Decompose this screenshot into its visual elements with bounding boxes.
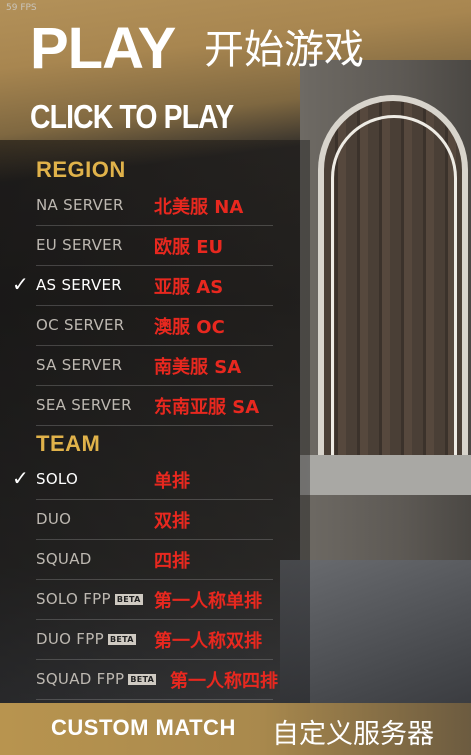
region-option-label: SEA SERVER [36, 396, 132, 414]
region-option-text: SEA SERVER [36, 396, 132, 414]
team-option-squad-fpp[interactable]: SQUAD FPP BETA 第一人称四排 [36, 660, 278, 700]
region-option-annotation-cn: 亚服 AS [154, 277, 224, 298]
beta-badge: BETA [107, 634, 136, 645]
region-option-eu-server[interactable]: EU SERVER 欧服 EU [36, 226, 273, 266]
region-option-annotation-cn: 东南亚服 SA [154, 397, 260, 418]
region-option-sa-server[interactable]: SA SERVER 南美服 SA [36, 346, 273, 386]
team-option-text: SOLO FPP [36, 590, 111, 608]
region-option-as-server[interactable]: ✓ AS SERVER 亚服 AS [12, 266, 273, 306]
region-heading: REGION [36, 157, 126, 182]
region-option-text: SA SERVER [36, 356, 123, 374]
click-to-play-button[interactable]: CLICK TO PLAY [30, 100, 234, 133]
region-option-annotation-cn: 北美服 NA [154, 197, 244, 218]
team-option-squad[interactable]: SQUAD 四排 [36, 540, 273, 580]
page-title-cn: 开始游戏 [204, 27, 364, 73]
team-option-annotation-cn: 双排 [154, 511, 190, 532]
team-option-duo-fpp[interactable]: DUO FPP BETA 第一人称双排 [36, 620, 273, 660]
region-option-annotation-cn: 澳服 OC [154, 317, 225, 338]
beta-badge: BETA [128, 674, 157, 685]
region-option-label: OC SERVER [36, 316, 125, 334]
checkmark-icon: ✓ [12, 466, 29, 490]
team-option-text: SQUAD FPP [36, 670, 125, 688]
team-option-label: DUO [36, 510, 71, 528]
region-option-oc-server[interactable]: OC SERVER 澳服 OC [36, 306, 273, 346]
team-option-solo[interactable]: ✓ SOLO 单排 [12, 460, 273, 500]
region-option-label: EU SERVER [36, 236, 123, 254]
team-option-duo[interactable]: DUO 双排 [36, 500, 273, 540]
region-option-na-server[interactable]: NA SERVER 北美服 NA [36, 186, 273, 226]
team-option-annotation-cn: 单排 [154, 471, 190, 492]
team-option-label: SOLO [36, 470, 78, 488]
custom-match-label: CUSTOM MATCH [51, 715, 236, 740]
custom-match-button[interactable]: CUSTOM MATCH 自定义服务器 [0, 703, 471, 755]
region-option-text: NA SERVER [36, 196, 124, 214]
region-option-label: SA SERVER [36, 356, 122, 374]
custom-match-label-cn: 自定义服务器 [272, 719, 434, 750]
region-option-annotation-cn: 南美服 SA [154, 357, 242, 378]
team-option-label: SOLO FPP BETA [36, 590, 143, 608]
team-option-annotation-cn: 第一人称四排 [170, 671, 278, 692]
bg-arch-trim [331, 115, 457, 455]
team-option-text: SOLO [36, 470, 79, 488]
team-option-solo-fpp[interactable]: SOLO FPP BETA 第一人称单排 [36, 580, 273, 620]
team-option-text: DUO FPP [36, 630, 104, 648]
region-option-label: AS SERVER [36, 276, 122, 294]
page-title: PLAY [30, 16, 176, 81]
region-option-text: AS SERVER [36, 276, 123, 294]
bg-ledge [300, 455, 471, 495]
beta-badge: BETA [114, 594, 143, 605]
team-option-annotation-cn: 第一人称单排 [154, 591, 262, 612]
region-option-text: OC SERVER [36, 316, 125, 334]
fps-counter: 59 FPS [6, 3, 37, 13]
region-option-annotation-cn: 欧服 EU [154, 237, 224, 258]
team-heading: TEAM [36, 431, 101, 456]
team-option-annotation-cn: 第一人称双排 [154, 631, 262, 652]
team-option-label: SQUAD [36, 550, 92, 568]
region-option-text: EU SERVER [36, 236, 123, 254]
region-option-sea-server[interactable]: SEA SERVER 东南亚服 SA [36, 386, 273, 426]
team-option-text: SQUAD [36, 550, 92, 568]
team-option-annotation-cn: 四排 [154, 551, 190, 572]
team-option-label: DUO FPP BETA [36, 630, 136, 648]
team-option-text: DUO [36, 510, 72, 528]
region-option-label: NA SERVER [36, 196, 124, 214]
checkmark-icon: ✓ [12, 272, 29, 296]
team-option-label: SQUAD FPP BETA [36, 670, 157, 688]
